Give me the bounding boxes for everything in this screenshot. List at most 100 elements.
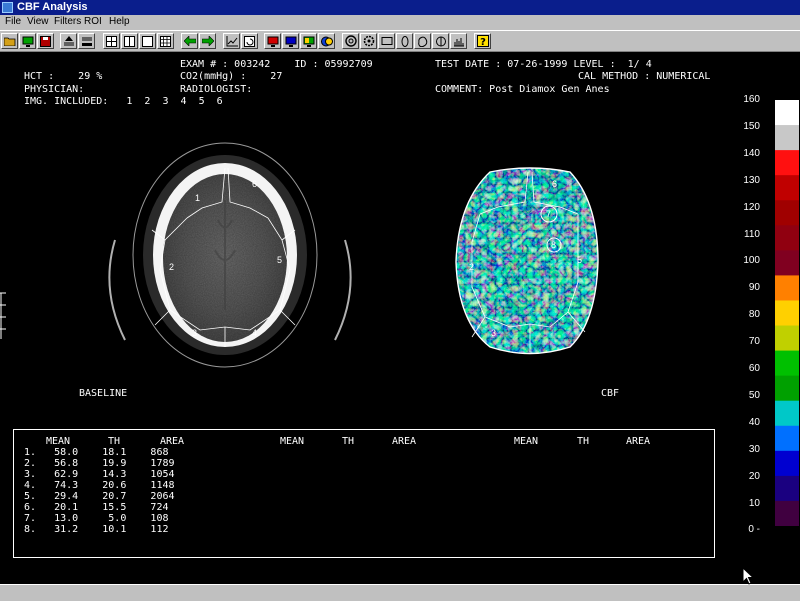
histogram-button[interactable]: [450, 33, 467, 49]
color-scale-band: [775, 125, 799, 151]
roi-statistics-table: MEAN TH AREA MEAN TH AREA MEAN TH AREA 1…: [13, 429, 715, 558]
baseline-roi-3: 3: [192, 328, 198, 338]
cbf-roi-6: 6: [552, 179, 558, 189]
color-scale-band: [775, 225, 799, 251]
baseline-label: BASELINE: [79, 388, 128, 399]
roi-rectangle-button[interactable]: [378, 33, 395, 49]
comment: COMMENT: Post Diamox Gen Anes: [435, 84, 610, 95]
color-scale-tick-label: 160: [743, 94, 760, 105]
menu-filters[interactable]: Filters: [54, 16, 81, 27]
roi-mirror-button[interactable]: [432, 33, 449, 49]
color-scale-band: [775, 175, 799, 201]
layout-single-button[interactable]: [139, 33, 156, 49]
color-scale-bar: [775, 100, 799, 527]
color-scale-band: [775, 100, 799, 126]
cbf-roi-8: 8: [551, 240, 557, 250]
col-area-1: AREA: [160, 436, 185, 447]
color-scale-tick-label: 120: [743, 201, 760, 213]
color-scale-tick-label: 110: [744, 228, 760, 240]
cbf-roi-3: 3: [491, 328, 497, 338]
title-bar: CBF Analysis: [0, 0, 800, 15]
color-scale-tick-label: 100: [743, 255, 760, 267]
table-row: 4. 74.3 20.6 1148: [24, 480, 175, 491]
color-scale-band: [775, 150, 799, 176]
table-row: 3. 62.9 14.3 1054: [24, 469, 175, 480]
color-scale-band: [775, 400, 799, 427]
color-monitor-button[interactable]: [300, 33, 317, 49]
layout-multi-button[interactable]: [157, 33, 174, 49]
save-disk-button[interactable]: [37, 33, 54, 49]
col-th-2: TH: [342, 436, 355, 447]
reload-button[interactable]: [241, 33, 258, 49]
test-date-level: TEST DATE : 07-26-1999 LEVEL : 1/ 4: [435, 59, 652, 70]
roi-gear-button[interactable]: [360, 33, 377, 49]
menu-file[interactable]: File: [5, 16, 21, 27]
color-scale-band: [775, 450, 799, 477]
color-scale-band: [775, 350, 799, 377]
color-scale-tick-label: 90: [748, 282, 760, 294]
previous-arrow-button[interactable]: [181, 33, 198, 49]
baseline-roi-4: 4: [252, 328, 258, 338]
cal-method: CAL METHOD : NUMERICAL: [578, 71, 711, 82]
table-row: 5. 29.4 20.7 2064: [24, 491, 175, 502]
menu-view[interactable]: View: [27, 16, 49, 27]
window-title: CBF Analysis: [17, 1, 88, 13]
color-scale-band: [775, 200, 799, 226]
scan-up-button[interactable]: [60, 33, 77, 49]
table-row: 6. 20.1 15.5 724: [24, 502, 169, 513]
col-mean-2: MEAN: [280, 436, 305, 447]
baseline-ct-image[interactable]: [90, 140, 370, 390]
color-scale-tick-label: 70: [748, 336, 760, 348]
help-question-button[interactable]: ?: [474, 33, 491, 49]
color-scale-tick-label: 30: [748, 443, 760, 455]
menu-help[interactable]: Help: [109, 16, 130, 27]
col-th-1: TH: [108, 436, 121, 447]
color-scale-tick-label: 60: [748, 363, 760, 374]
color-scale-tick-label: 0 -: [748, 524, 760, 536]
exam-id: EXAM # : 003242 ID : 05992709: [180, 59, 373, 70]
color-scale-tick-label: 80: [748, 309, 760, 321]
baseline-roi-2: 2: [169, 262, 175, 272]
scan-down-button[interactable]: [78, 33, 95, 49]
layout-grid-button[interactable]: [103, 33, 120, 49]
ruler-marks: [0, 292, 8, 340]
color-scale-band: [775, 475, 799, 502]
cbf-roi-7: 7: [546, 209, 552, 219]
table-row: 7. 13.0 5.0 108: [24, 513, 169, 524]
status-bar: [0, 584, 800, 601]
table-row: 1. 58.0 18.1 868: [24, 447, 169, 458]
cbf-label: CBF: [601, 388, 620, 399]
menu-roi[interactable]: ROI: [84, 16, 102, 27]
color-scale-band: [775, 300, 799, 327]
color-scale-tick-label: 140: [743, 147, 760, 159]
red-monitor-button[interactable]: [264, 33, 281, 49]
color-scale-band: [775, 325, 799, 352]
layout-split-button[interactable]: [121, 33, 138, 49]
col-th-3: TH: [577, 436, 590, 447]
graph-button[interactable]: [223, 33, 240, 49]
co2-value: CO2(mmHg) : 27: [180, 71, 283, 82]
baseline-roi-5: 5: [277, 255, 283, 265]
color-scale-tick-label: 40: [748, 416, 760, 428]
images-included: IMG. INCLUDED: 1 2 3 4 5 6: [24, 96, 223, 107]
palette-button[interactable]: [318, 33, 335, 49]
color-scale-tick-label: 50: [748, 389, 760, 401]
open-folder-button[interactable]: [1, 33, 18, 49]
color-scale-band: [775, 250, 799, 276]
blue-monitor-button[interactable]: [282, 33, 299, 49]
col-area-3: AREA: [626, 436, 651, 447]
baseline-roi-1: 1: [195, 193, 201, 203]
roi-circle-button[interactable]: [342, 33, 359, 49]
menu-bar: File View Filters ROI Help: [0, 15, 800, 30]
svg-text:?: ?: [480, 37, 486, 47]
col-area-2: AREA: [392, 436, 417, 447]
roi-freehand-button[interactable]: [414, 33, 431, 49]
table-row: 8. 31.2 10.1 112: [24, 524, 169, 535]
monitor-button[interactable]: [19, 33, 36, 49]
hct-value: HCT : 29 %: [24, 71, 103, 82]
col-mean-1: MEAN: [46, 436, 71, 447]
color-scale-tick-label: 10: [748, 497, 760, 509]
roi-ellipse-button[interactable]: [396, 33, 413, 49]
next-arrow-button[interactable]: [199, 33, 216, 49]
color-scale-tick-label: 150: [743, 120, 760, 132]
